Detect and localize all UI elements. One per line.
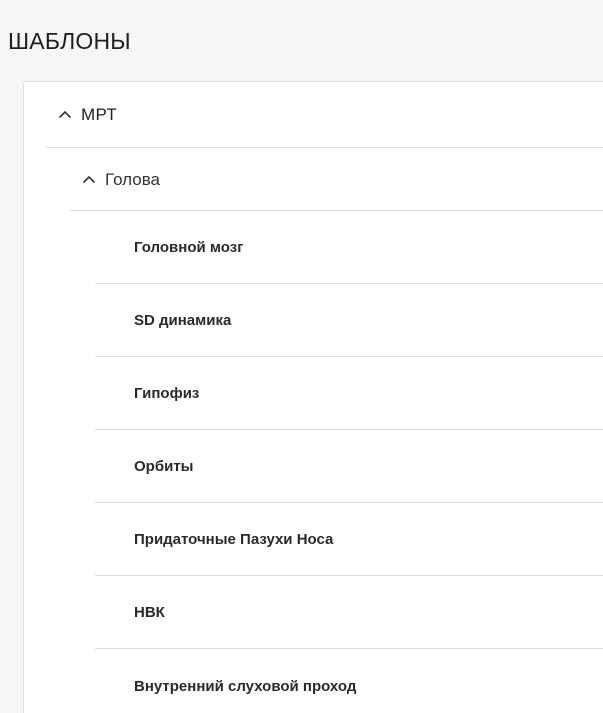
tree-subgroup-head[interactable]: Голова [70, 149, 603, 211]
tree-group-label: МРТ [81, 104, 118, 124]
template-item[interactable]: Головной мозг [95, 212, 603, 284]
template-item[interactable]: НВК [95, 577, 603, 649]
tree-group-mrt[interactable]: МРТ [46, 82, 603, 148]
templates-page: ШАБЛОНЫ МРТ Голова Головной мозг SD дина… [0, 0, 603, 713]
template-item-label: Гипофиз [134, 385, 200, 402]
template-item-label: Внутренний слуховой проход [134, 677, 357, 695]
templates-tree-panel: МРТ Голова Головной мозг SD динамика Гип… [23, 81, 603, 713]
page-title: ШАБЛОНЫ [8, 28, 131, 54]
template-item[interactable]: SD динамика [95, 285, 603, 357]
template-item-label: НВК [134, 604, 165, 621]
chevron-up-icon [81, 172, 97, 188]
template-item[interactable]: Внутренний слуховой проход [95, 650, 603, 713]
template-item-label: Придаточные Пазухи Носа [134, 531, 334, 548]
chevron-up-icon [57, 107, 73, 123]
tree-subgroup-label: Голова [105, 169, 161, 189]
template-item-label: Орбиты [134, 458, 194, 475]
template-item[interactable]: Орбиты [95, 431, 603, 503]
template-item-label: Головной мозг [134, 239, 244, 256]
template-item[interactable]: Гипофиз [95, 358, 603, 430]
template-item[interactable]: Придаточные Пазухи Носа [95, 504, 603, 576]
template-item-label: SD динамика [134, 312, 232, 329]
